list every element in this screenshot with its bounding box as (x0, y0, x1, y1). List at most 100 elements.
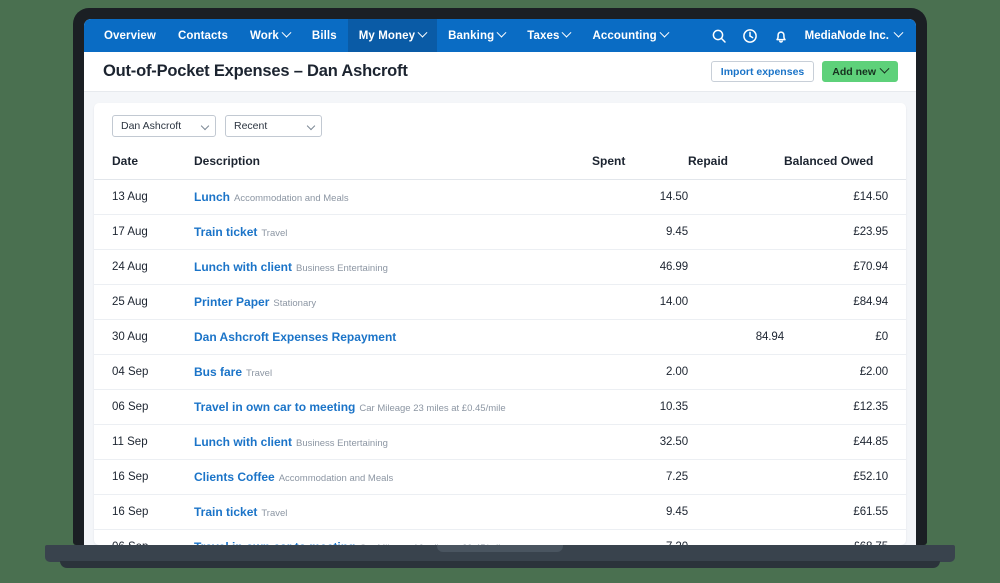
column-header-spent[interactable]: Spent (592, 148, 688, 180)
table-row[interactable]: 06 SepTravel in own car to meeting Car Mi… (94, 389, 906, 425)
cell-date: 16 Sep (94, 494, 194, 530)
organisation-menu[interactable]: MediaNode Inc. (804, 27, 904, 42)
expense-link[interactable]: Travel in own car to meeting (194, 400, 355, 414)
cell-spent (592, 319, 688, 355)
cell-description: Lunch with client Business Entertaining (194, 424, 592, 460)
table-row[interactable]: 25 Aug Printer Paper Stationary 14.00 £84.94 (94, 284, 906, 320)
table-row[interactable]: 30 Aug Dan Ashcroft Expenses Repayment 84.… (94, 319, 906, 355)
organisation-name: MediaNode Inc. (804, 29, 889, 42)
expense-link[interactable]: Dan Ashcroft Expenses Repayment (194, 330, 396, 344)
cell-balance-owed: £52.10 (784, 459, 906, 495)
cell-repaid: 84.94 (688, 319, 784, 355)
table-row[interactable]: 06 SepTravel in own car to meetingCar Mi… (94, 530, 906, 545)
table-row[interactable]: 17 Aug Train ticket Travel 9.45 £23.95 (94, 214, 906, 250)
expense-link[interactable]: Bus fare (194, 365, 242, 379)
cell-spent: 14.00 (592, 284, 688, 320)
chevron-down-icon (659, 27, 670, 38)
add-new-button[interactable]: Add new (822, 61, 898, 82)
table-body: 13 Aug Lunch Accommodation and Meals 14.50 £… (94, 179, 906, 545)
table-row[interactable]: 04 Sep Bus fare Travel 2.00 £2.00 (94, 354, 906, 390)
expense-category: Travel (246, 368, 273, 379)
cell-balance-owed: £23.95 (784, 214, 906, 250)
cell-date: 13 Aug (94, 179, 194, 215)
bell-icon[interactable] (772, 27, 790, 45)
cell-description: Printer Paper Stationary (194, 284, 592, 320)
cell-description: Bus fare Travel (194, 354, 592, 390)
app-viewport: Overview Contacts Work Bills My Money Banking… (84, 19, 916, 545)
nav-item-accounting[interactable]: Accounting (581, 19, 678, 52)
laptop-base-shadow (60, 561, 940, 568)
page-title: Out-of-Pocket Expenses – Dan Ashcroft (103, 62, 408, 80)
expense-category: Travel (261, 508, 288, 519)
cell-description: Travel in own car to meetingCar Mileage … (194, 530, 592, 545)
cell-repaid (688, 459, 784, 495)
cell-balance-owed: £0 (784, 319, 906, 355)
nav-item-label: Banking (448, 29, 495, 42)
expense-category: Car Mileage 23 miles at £0.45/mile (359, 403, 506, 414)
cell-balance-owed: £68.75 (784, 530, 906, 545)
nav-item-label: Accounting (592, 29, 657, 42)
table-header-row: Date Description Spent Repaid Balanced O… (94, 148, 906, 180)
expense-link[interactable]: Train ticket (194, 225, 257, 239)
column-header-date[interactable]: Date (94, 148, 194, 180)
expense-link[interactable]: Printer Paper (194, 295, 269, 309)
nav-item-taxes[interactable]: Taxes (516, 19, 581, 52)
cell-date: 06 Sep (94, 389, 194, 425)
cell-description: Lunch Accommodation and Meals (194, 179, 592, 215)
expense-link[interactable]: Lunch (194, 190, 230, 204)
cell-description: Lunch with client Business Entertaining (194, 249, 592, 285)
cell-balance-owed: £14.50 (784, 179, 906, 215)
person-filter-select[interactable]: Dan Ashcroft (112, 115, 216, 137)
person-filter-value: Dan Ashcroft (121, 120, 182, 132)
chevron-down-icon (496, 27, 507, 38)
chevron-down-icon (306, 121, 316, 131)
table-row[interactable]: 13 Aug Lunch Accommodation and Meals 14.50 £… (94, 179, 906, 215)
expense-category: Accommodation and Meals (234, 193, 349, 204)
cell-repaid (688, 354, 784, 390)
filter-bar: Dan Ashcroft Recent (94, 103, 906, 148)
import-expenses-button[interactable]: Import expenses (710, 61, 815, 82)
table-row[interactable]: 11 Sep Lunch with client Business Entertai… (94, 424, 906, 460)
chevron-down-icon (562, 27, 572, 38)
cell-spent: 14.50 (592, 179, 688, 215)
chevron-down-icon (281, 27, 292, 38)
table-row[interactable]: 24 Aug Lunch with client Business Entertai… (94, 249, 906, 285)
cell-date: 11 Sep (94, 424, 194, 460)
column-header-description[interactable]: Description (194, 148, 592, 180)
cell-spent: 32.50 (592, 424, 688, 460)
expense-category: Accommodation and Meals (278, 473, 394, 484)
chevron-down-icon (893, 27, 904, 38)
nav-item-label: Contacts (177, 29, 228, 42)
sort-filter-select[interactable]: Recent (225, 115, 322, 137)
expense-category: Business Entertaining (296, 438, 388, 449)
nav-item-contacts[interactable]: Contacts (167, 19, 239, 52)
nav-item-label: Taxes (527, 29, 560, 42)
expense-link[interactable]: Train ticket (194, 505, 257, 519)
nav-item-overview[interactable]: Overview (93, 19, 167, 52)
table-row[interactable]: 16 Sep Train ticket Travel 9.45 £61.55 (94, 494, 906, 530)
cell-repaid (688, 249, 784, 285)
nav-item-banking[interactable]: Banking (437, 19, 516, 52)
cell-description: Travel in own car to meeting Car Mileage … (194, 389, 592, 425)
expense-link[interactable]: Lunch with client (194, 435, 292, 449)
cell-repaid (688, 424, 784, 460)
cell-spent: 7.20 (592, 530, 688, 545)
expense-link[interactable]: Clients Coffee (194, 470, 275, 484)
timer-icon[interactable] (741, 27, 759, 45)
nav-item-bills[interactable]: Bills (301, 19, 348, 52)
search-icon[interactable] (710, 27, 728, 45)
cell-balance-owed: £61.55 (784, 494, 906, 530)
chevron-down-icon (417, 27, 428, 38)
expenses-card: Dan Ashcroft Recent Date Description Spe… (94, 103, 906, 545)
nav-item-my-money[interactable]: My Money (347, 19, 438, 52)
cell-description: Train ticket Travel (194, 494, 592, 530)
cell-balance-owed: £44.85 (784, 424, 906, 460)
expense-link[interactable]: Lunch with client (194, 260, 292, 274)
nav-item-work[interactable]: Work (239, 19, 301, 52)
column-header-owed[interactable]: Balanced Owed (784, 148, 906, 180)
cell-date: 04 Sep (94, 354, 194, 390)
column-header-repaid[interactable]: Repaid (688, 148, 784, 180)
table-row[interactable]: 16 Sep Clients Coffee Accommodation and Me… (94, 459, 906, 495)
laptop-base-notch (437, 545, 563, 552)
sort-filter-value: Recent (234, 120, 268, 132)
